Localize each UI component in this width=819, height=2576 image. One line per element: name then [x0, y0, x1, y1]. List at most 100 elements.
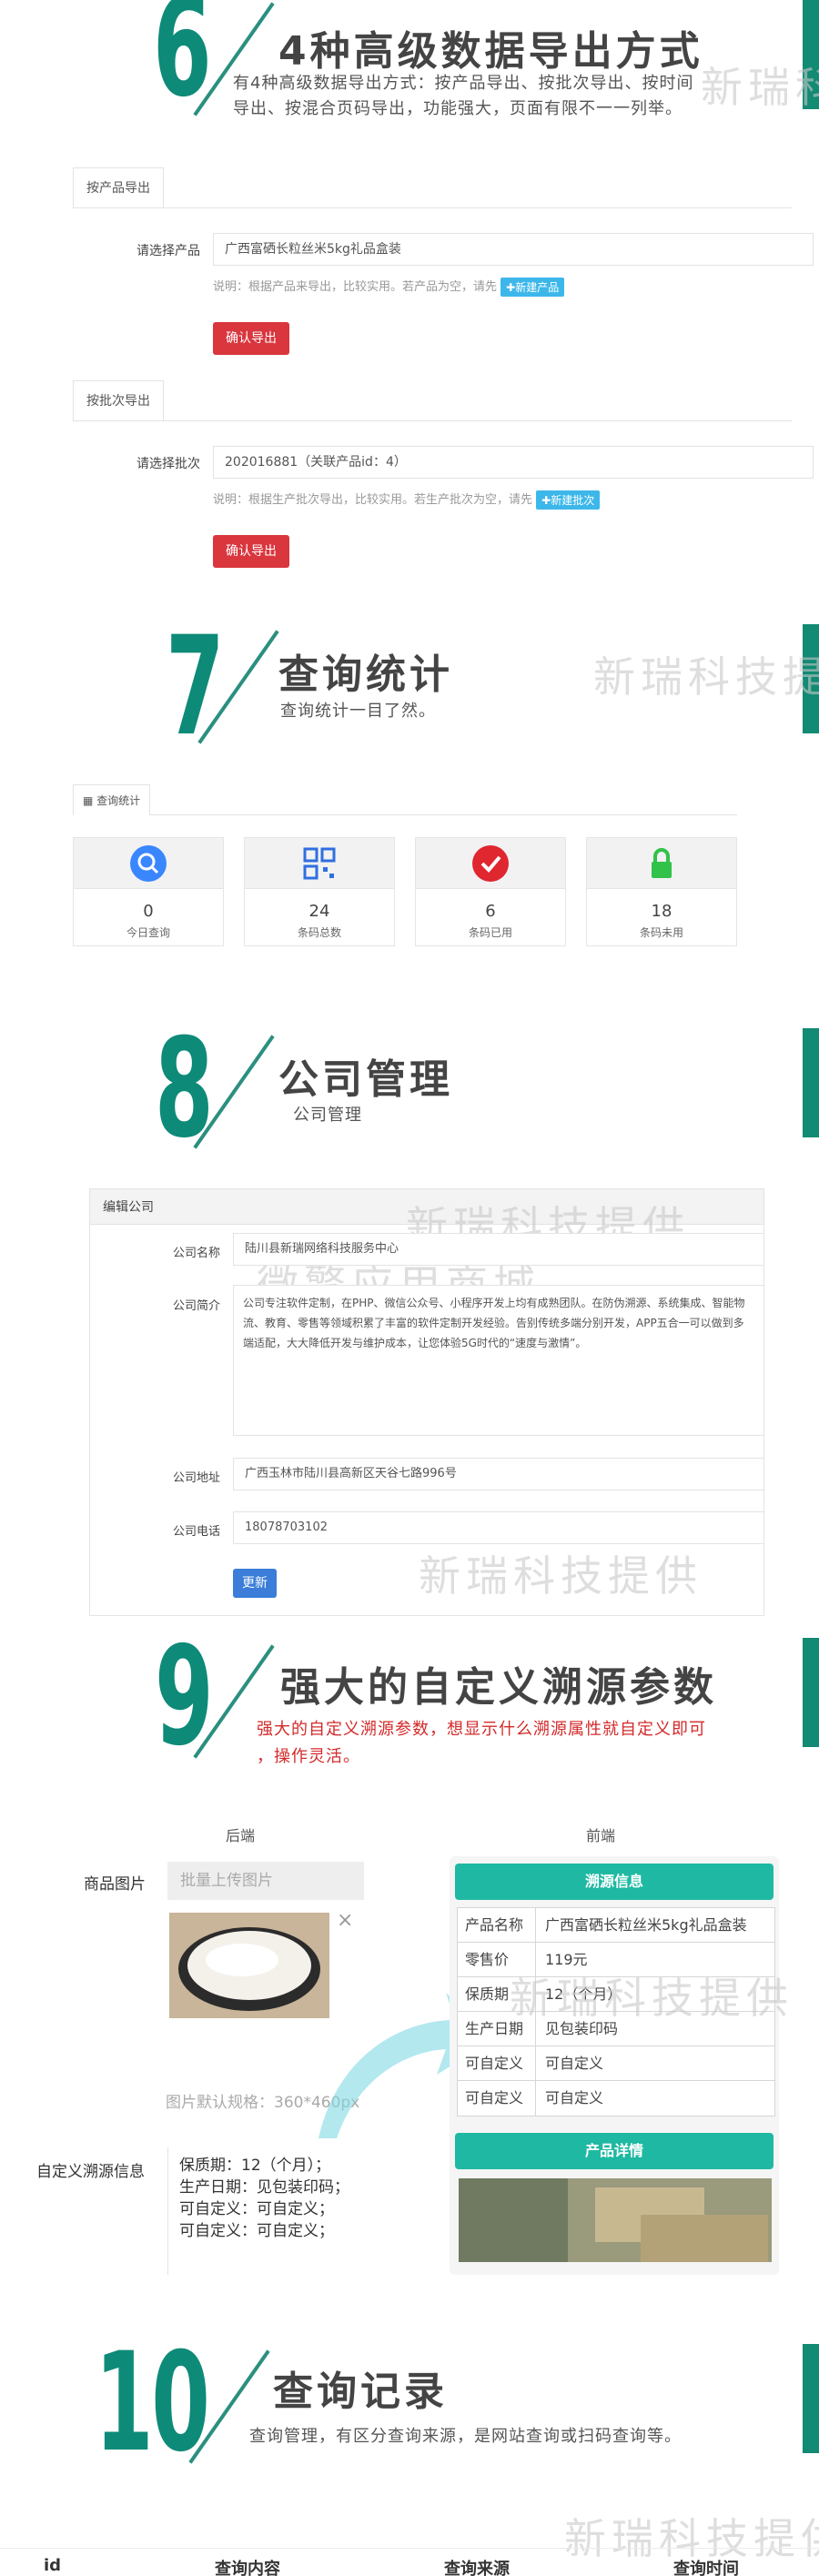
custom-trace-line: 生产日期：见包装印码；	[179, 2178, 349, 2197]
stat-card-today: 0 今日查询	[73, 837, 224, 946]
right-accent-bar	[803, 2344, 819, 2453]
custom-trace-label: 自定义溯源信息	[36, 2163, 145, 2181]
custom-trace-line: 保质期：12（个月）；	[179, 2157, 331, 2175]
section-desc-9-line2: ，操作灵活。	[257, 1747, 360, 1766]
section-desc-6-line1: 有4种高级数据导出方式：按产品导出、按批次导出、按时间	[233, 74, 694, 93]
stat-card-header	[416, 838, 565, 889]
table-key: 产品名称	[458, 1908, 536, 1942]
new-product-tag-label: 新建产品	[515, 281, 560, 294]
section-desc-9-line1: 强大的自定义溯源参数，想显示什么溯源属性就自定义即可	[257, 1720, 706, 1739]
tab-divider	[73, 207, 792, 208]
backend-column-label: 后端	[226, 1827, 256, 1844]
section-desc-7: 查询统计一目了然。	[280, 702, 436, 721]
section-desc-8: 公司管理	[293, 1106, 362, 1125]
table-value: 可自定义	[545, 2089, 604, 2106]
stat-value: 18	[651, 902, 672, 921]
section-number-10: 10	[95, 2324, 210, 2482]
lock-icon	[643, 845, 680, 882]
tab-query-stats[interactable]: ▦ 查询统计	[73, 784, 151, 815]
tab-query-stats-label: 查询统计	[96, 794, 141, 807]
table-key: 可自定义	[458, 2081, 536, 2116]
company-phone-input[interactable]: 18078703102	[233, 1511, 764, 1544]
stat-card-header	[587, 838, 736, 889]
section-title-9: 强大的自定义溯源参数	[280, 1664, 717, 1711]
company-phone-label: 公司电话	[172, 1525, 220, 1539]
table-row: 产品名称 广西富硒长粒丝米5kg礼品盒装	[458, 1908, 774, 1943]
section-title-10: 查询记录	[273, 2369, 448, 2415]
stat-card-total: 24 条码总数	[244, 837, 395, 946]
new-product-tag[interactable]: ✚新建产品	[500, 278, 565, 297]
column-header-content[interactable]: 查询内容	[215, 2556, 280, 2576]
query-records-table-header: id 查询内容 查询来源 查询时间	[0, 2548, 819, 2576]
stat-value: 24	[308, 902, 330, 921]
batch-hint-text: 说明：根据生产批次导出，比较实用。若生产批次为空，请先	[213, 493, 533, 507]
confirm-export-button-batch[interactable]: 确认导出	[213, 535, 289, 568]
product-select-label: 请选择产品	[136, 244, 200, 258]
update-button[interactable]: 更新	[233, 1569, 277, 1598]
check-icon	[472, 845, 509, 882]
stats-tab-bar: ▦ 查询统计	[73, 784, 737, 815]
company-name-label: 公司名称	[172, 1247, 220, 1260]
watermark: 新瑞科技提供	[593, 652, 819, 702]
custom-trace-textarea[interactable]: 保质期：12（个月）； 生产日期：见包装印码； 可自定义：可自定义； 可自定义：…	[167, 2147, 375, 2275]
confirm-export-button[interactable]: 确认导出	[213, 322, 289, 355]
company-intro-label: 公司简介	[172, 1299, 220, 1313]
product-select[interactable]: 广西富硒长粒丝米5kg礼品盒装	[213, 233, 814, 266]
stat-value: 0	[143, 902, 154, 921]
column-header-id[interactable]: id	[44, 2556, 61, 2575]
watermark: 新瑞科技提供	[701, 63, 819, 112]
table-value: 广西富硒长粒丝米5kg礼品盒装	[545, 1916, 747, 1934]
custom-trace-line: 可自定义：可自定义；	[179, 2200, 334, 2218]
product-image-label: 商品图片	[84, 1875, 146, 1894]
stat-label: 今日查询	[126, 926, 170, 939]
section-number-7: 7	[166, 608, 225, 766]
stat-card-used: 6 条码已用	[415, 837, 566, 946]
stat-label: 条码总数	[297, 926, 341, 939]
table-row: 可自定义 可自定义	[458, 2081, 774, 2116]
stat-card-header	[245, 838, 394, 889]
section-desc-10: 查询管理，有区分查询来源，是网站查询或扫码查询等。	[249, 2427, 682, 2446]
section-title-6: 4种高级数据导出方式	[278, 28, 703, 75]
tab-divider	[73, 420, 792, 421]
custom-trace-line: 可自定义：可自定义；	[179, 2222, 334, 2240]
product-hint: 说明：根据产品来导出，比较实用。若产品为空，请先 ✚新建产品	[213, 277, 565, 297]
column-header-time[interactable]: 查询时间	[673, 2556, 739, 2576]
column-header-source[interactable]: 查询来源	[444, 2556, 510, 2576]
stat-card-header	[74, 838, 223, 889]
table-row: 可自定义 可自定义	[458, 2046, 774, 2081]
new-batch-tag-label: 新建批次	[551, 494, 595, 507]
batch-hint: 说明：根据生产批次导出，比较实用。若生产批次为空，请先 ✚新建批次	[213, 490, 601, 510]
tab-export-by-batch[interactable]: 按批次导出	[73, 380, 164, 420]
close-icon[interactable]: ×	[337, 1909, 353, 1932]
section-title-8: 公司管理	[278, 1056, 453, 1103]
tab-export-by-product[interactable]: 按产品导出	[73, 167, 164, 207]
qrcode-icon	[301, 845, 338, 882]
batch-select[interactable]: 202016881（关联产品id：4）	[213, 446, 814, 479]
stat-card-unused: 18 条码未用	[586, 837, 737, 946]
product-detail-header: 产品详情	[455, 2133, 774, 2169]
right-accent-bar	[803, 1638, 819, 1747]
trace-info-header: 溯源信息	[455, 1864, 774, 1900]
watermark: 新瑞科技提供	[510, 1974, 794, 2023]
stat-label: 条码已用	[468, 926, 512, 939]
stat-value: 6	[485, 902, 496, 921]
batch-upload-button[interactable]: 批量上传图片	[167, 1862, 364, 1900]
company-name-input[interactable]: 陆川县新瑞网络科技服务中心	[233, 1233, 764, 1266]
product-detail-image	[459, 2178, 772, 2262]
right-accent-bar	[803, 1028, 819, 1137]
table-key: 可自定义	[458, 2046, 536, 2080]
table-value: 可自定义	[545, 2055, 604, 2072]
section-title-7: 查询统计	[278, 652, 453, 698]
section-desc-6-line2: 导出、按混合页码导出，功能强大，页面有限不一一列举。	[233, 99, 682, 118]
product-hint-text: 说明：根据产品来导出，比较实用。若产品为空，请先	[213, 280, 498, 294]
section-number-6: 6	[153, 0, 212, 127]
company-intro-textarea[interactable]: 公司专注软件定制，在PHP、微信公众号、小程序开发上均有成熟团队。在防伪溯源、系…	[233, 1285, 764, 1436]
company-address-input[interactable]: 广西玉林市陆川县高新区天谷七路996号	[233, 1458, 764, 1490]
frontend-column-label: 前端	[586, 1827, 616, 1844]
batch-select-label: 请选择批次	[136, 457, 200, 471]
watermark: 新瑞科技提供	[419, 1551, 703, 1601]
new-batch-tag[interactable]: ✚新建批次	[536, 490, 601, 510]
company-address-label: 公司地址	[172, 1471, 220, 1485]
search-icon	[130, 845, 167, 882]
stat-label: 条码未用	[639, 926, 683, 939]
